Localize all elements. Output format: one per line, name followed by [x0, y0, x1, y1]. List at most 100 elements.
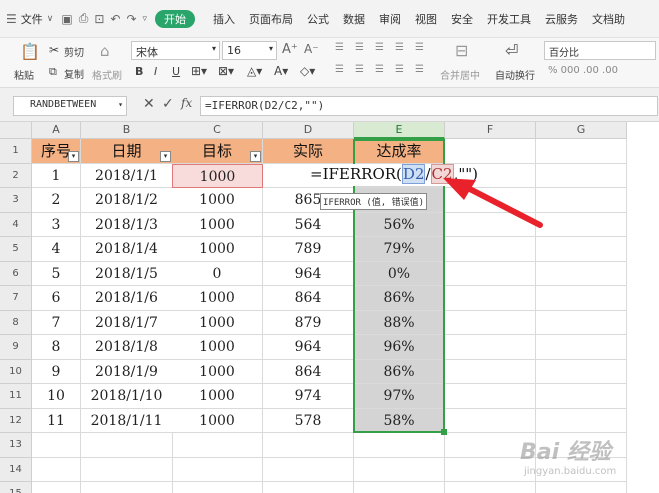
formula-input[interactable]: =IFERROR(D2/C2,"") [200, 96, 658, 116]
cell-f3[interactable] [445, 188, 536, 213]
cell-e11[interactable]: 97% [354, 384, 445, 409]
decrease-font-icon[interactable]: A⁻ [304, 42, 319, 56]
format-painter-button[interactable]: 格式刷 [92, 67, 122, 82]
cell-f10[interactable] [445, 359, 536, 384]
cell-d15[interactable] [263, 482, 354, 493]
font-color-icon[interactable]: A▾ [274, 64, 288, 78]
cell-g10[interactable] [536, 359, 627, 384]
cell-d5[interactable]: 789 [263, 237, 354, 262]
wrap-text-icon[interactable]: ⏎ [505, 41, 518, 60]
cell-b15[interactable] [81, 482, 173, 493]
cell-e9[interactable]: 96% [354, 335, 445, 360]
select-all-corner[interactable] [0, 122, 32, 139]
copy-icon[interactable]: ⧉ [49, 65, 57, 79]
cell-a13[interactable] [32, 433, 81, 458]
cell-e4[interactable]: 56% [354, 212, 445, 237]
row-header-15[interactable]: 15 [0, 482, 32, 493]
cell-b3[interactable]: 2018/1/2 [81, 188, 173, 213]
cell-d13[interactable] [263, 433, 354, 458]
cell-a12[interactable]: 11 [32, 408, 81, 433]
header-cell-e[interactable]: 达成率 [354, 139, 445, 164]
cell-e13[interactable] [354, 433, 445, 458]
indent-icon[interactable]: ☰ [395, 42, 404, 53]
column-header-a[interactable]: A [32, 122, 81, 139]
cell-d8[interactable]: 879 [263, 310, 354, 335]
border-icon[interactable]: ⊞▾ [191, 64, 207, 78]
cell-f15[interactable] [445, 482, 536, 493]
filter-dropdown-icon[interactable]: ▾ [160, 150, 171, 162]
tab-review[interactable]: 审阅 [379, 11, 401, 27]
fx-icon[interactable]: fx [181, 96, 192, 110]
print-preview-icon[interactable]: ⊡ [94, 12, 104, 26]
header-cell-a[interactable]: 序号 ▾ [32, 139, 81, 164]
align-center-icon[interactable]: ☰ [355, 64, 364, 75]
align-top-icon[interactable]: ☰ [335, 42, 344, 53]
cell-d11[interactable]: 974 [263, 384, 354, 409]
cell-b13[interactable] [81, 433, 173, 458]
cell-f8[interactable] [445, 310, 536, 335]
copy-button[interactable]: 复制 [64, 66, 84, 81]
row-header-6[interactable]: 6 [0, 261, 32, 286]
align-middle-icon[interactable]: ☰ [355, 42, 364, 53]
cell-c8[interactable]: 1000 [172, 310, 263, 335]
wrap-text-button[interactable]: 自动换行 [495, 67, 535, 82]
cell-f9[interactable] [445, 335, 536, 360]
cell-d7[interactable]: 864 [263, 286, 354, 311]
chevron-down-icon[interactable]: ∨ [47, 14, 54, 24]
row-header-9[interactable]: 9 [0, 335, 32, 360]
cell-b5[interactable]: 2018/1/4 [81, 237, 173, 262]
cell-e12[interactable]: 58% [354, 408, 445, 433]
cell-b6[interactable]: 2018/1/5 [81, 261, 173, 286]
cell-f5[interactable] [445, 237, 536, 262]
column-header-b[interactable]: B [81, 122, 173, 139]
cell-f6[interactable] [445, 261, 536, 286]
cell-a3[interactable]: 2 [32, 188, 81, 213]
cell-c4[interactable]: 1000 [172, 212, 263, 237]
cell-f11[interactable] [445, 384, 536, 409]
header-cell-d[interactable]: 实际 [263, 139, 354, 164]
cell-c12[interactable]: 1000 [172, 408, 263, 433]
cell-g2[interactable] [536, 163, 627, 188]
cell-a4[interactable]: 3 [32, 212, 81, 237]
cell-g12[interactable] [536, 408, 627, 433]
cell-d6[interactable]: 964 [263, 261, 354, 286]
cell-b10[interactable]: 2018/1/9 [81, 359, 173, 384]
underline-icon[interactable]: U [172, 65, 180, 78]
align-bottom-icon[interactable]: ☰ [375, 42, 384, 53]
cell-b2[interactable]: 2018/1/1 [81, 163, 173, 188]
row-header-11[interactable]: 11 [0, 384, 32, 409]
name-box[interactable]: RANDBETWEEN ▾ [13, 96, 127, 116]
paste-button[interactable]: 粘贴 [14, 67, 34, 82]
cut-button[interactable]: 剪切 [64, 44, 84, 59]
cell-c14[interactable] [172, 457, 263, 482]
font-size-select[interactable]: 16 ▾ [222, 41, 277, 60]
cell-g9[interactable] [536, 335, 627, 360]
cell-e10[interactable]: 86% [354, 359, 445, 384]
row-header-10[interactable]: 10 [0, 359, 32, 384]
cell-a9[interactable]: 8 [32, 335, 81, 360]
cell-d10[interactable]: 864 [263, 359, 354, 384]
redo-icon[interactable]: ↷ [126, 12, 136, 26]
cell-style-icon[interactable]: ⊠▾ [218, 64, 234, 78]
row-header-13[interactable]: 13 [0, 433, 32, 458]
cell-c15[interactable] [172, 482, 263, 493]
cell-f1[interactable] [445, 139, 536, 164]
row-header-4[interactable]: 4 [0, 212, 32, 237]
cell-g15[interactable] [536, 482, 627, 493]
merge-center-button[interactable]: 合并居中 [440, 67, 480, 82]
scissors-icon[interactable]: ✂ [49, 43, 59, 57]
clear-icon[interactable]: ◇▾ [300, 64, 315, 78]
cell-b4[interactable]: 2018/1/3 [81, 212, 173, 237]
cell-e8[interactable]: 88% [354, 310, 445, 335]
header-cell-b[interactable]: 日期 ▾ [81, 139, 173, 164]
fill-color-icon[interactable]: ◬▾ [247, 64, 262, 78]
print-icon[interactable]: ⎙ [79, 11, 89, 26]
cell-a8[interactable]: 7 [32, 310, 81, 335]
tab-formulas[interactable]: 公式 [307, 11, 329, 27]
cell-c2[interactable]: 1000 [172, 163, 263, 188]
cell-d14[interactable] [263, 457, 354, 482]
tab-page-layout[interactable]: 页面布局 [249, 11, 293, 27]
column-header-d[interactable]: D [263, 122, 354, 139]
number-format-select[interactable]: 百分比 [544, 41, 656, 60]
align-left-icon[interactable]: ☰ [335, 64, 344, 75]
